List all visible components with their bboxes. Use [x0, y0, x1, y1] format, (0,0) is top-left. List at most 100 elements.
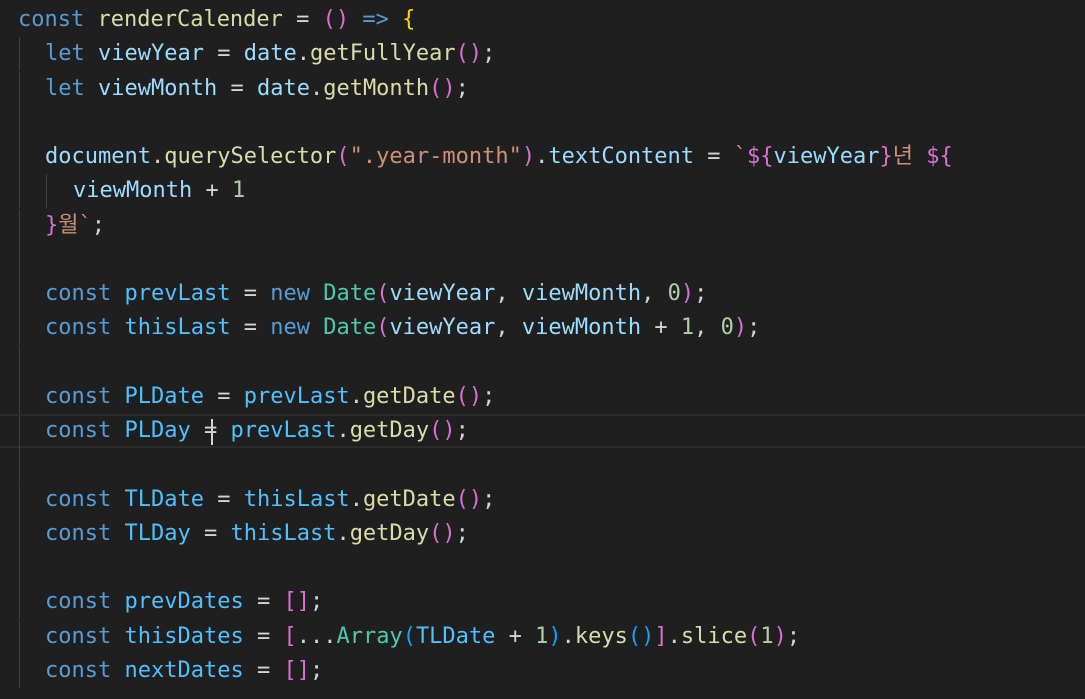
code-text: const PLDay = prevLast.getDay(); [45, 416, 469, 446]
code-line[interactable]: const TLDate = thisLast.getDate(); [0, 482, 1085, 517]
code-token: ; [91, 212, 105, 238]
code-line[interactable]: let viewMonth = date.getMonth(); [0, 71, 1085, 106]
code-token: TLDay [124, 520, 191, 546]
code-token: = [707, 144, 721, 169]
code-token: . [667, 623, 681, 649]
code-token: 1 [231, 178, 246, 204]
indent-guide [19, 208, 20, 243]
code-token: } [45, 212, 59, 238]
code-token: ( [376, 281, 390, 306]
code-line[interactable]: const TLDay = thisLast.getDay(); [0, 516, 1085, 551]
code-line[interactable] [0, 242, 1085, 277]
code-token: . [150, 144, 165, 169]
code-token: const [45, 486, 112, 512]
code-token: { [402, 7, 416, 32]
code-line[interactable] [0, 551, 1085, 585]
code-text: viewMonth + 1 [73, 174, 245, 208]
code-text: const thisLast = new Date(viewYear, view… [45, 311, 760, 345]
code-token: 월` [58, 212, 92, 238]
code-editor[interactable]: const renderCalender = () => {let viewYe… [0, 0, 1085, 699]
code-token: prevLast [124, 281, 231, 306]
code-token: . [349, 383, 363, 409]
code-token: + [508, 623, 522, 649]
code-text: }월`; [45, 209, 105, 243]
code-token: thisDates [124, 623, 244, 649]
code-token: ; [455, 418, 469, 443]
code-line[interactable]: const nextDates = []; [0, 653, 1085, 688]
code-token: viewYear [389, 315, 496, 341]
code-token: () [627, 623, 655, 649]
code-token: getDate [362, 486, 456, 512]
code-token: thisLast [243, 486, 350, 512]
code-token: . [336, 418, 350, 443]
code-text: const thisDates = [...Array(TLDate + 1).… [45, 620, 800, 654]
code-line[interactable]: const thisLast = new Date(viewYear, view… [0, 311, 1085, 346]
code-line[interactable] [0, 105, 1085, 140]
code-token: const [45, 418, 112, 443]
code-token: keys [574, 623, 628, 649]
code-line[interactable]: const thisDates = [...Array(TLDate + 1).… [0, 619, 1085, 654]
code-text: let viewMonth = date.getMonth(); [45, 72, 469, 106]
code-token: ... [296, 623, 337, 649]
code-line[interactable]: let viewYear = date.getFullYear(); [0, 37, 1085, 72]
code-token: renderCalender [97, 7, 283, 32]
code-token: , [495, 315, 522, 341]
code-token: ${ [747, 144, 774, 169]
code-token: viewYear [773, 144, 880, 169]
code-token: viewMonth [521, 281, 642, 306]
code-token: const [45, 281, 112, 306]
code-line[interactable]: const prevLast = new Date(viewYear, view… [0, 277, 1085, 311]
code-line[interactable]: const prevDates = []; [0, 585, 1085, 620]
code-token: viewYear [389, 281, 496, 306]
code-token: ( [336, 144, 350, 169]
code-token: = [256, 657, 271, 683]
code-token: ( [747, 623, 761, 649]
code-token: textContent [548, 144, 695, 169]
code-token: Date [323, 281, 377, 306]
code-token: ; [309, 589, 324, 615]
code-token: ; [455, 520, 469, 546]
code-token: TLDate [124, 486, 204, 512]
indent-guide [19, 619, 20, 654]
code-token: prevDates [124, 589, 244, 615]
code-line[interactable]: }월`; [0, 208, 1085, 243]
code-token: ${ [926, 144, 953, 169]
code-token: getDate [362, 383, 456, 409]
code-token: , [495, 281, 522, 306]
code-token: thisLast [230, 520, 337, 546]
code-line[interactable]: viewMonth + 1 [0, 174, 1085, 209]
code-line[interactable]: const PLDate = prevLast.getDate(); [0, 379, 1085, 414]
code-token: document [45, 144, 151, 169]
code-token: getDay [349, 520, 430, 546]
code-token: ".year-month" [349, 144, 522, 169]
indent-guide [19, 585, 20, 620]
code-token: Date [323, 315, 377, 341]
code-line[interactable]: const PLDay = prevLast.getDay(); [0, 414, 1085, 450]
code-line[interactable] [0, 345, 1085, 380]
code-token: viewMonth [521, 315, 642, 341]
code-line[interactable] [0, 448, 1085, 483]
code-token: . [336, 520, 350, 546]
code-token: = [296, 7, 310, 32]
code-line[interactable]: document.querySelector(".year-month").te… [0, 140, 1085, 174]
code-line[interactable]: const renderCalender = () => { [0, 3, 1085, 37]
code-token: 0 [667, 281, 681, 306]
code-token: [] [283, 589, 310, 615]
